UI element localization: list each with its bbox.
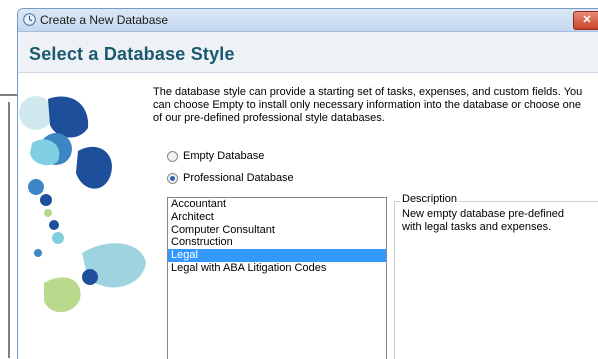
list-item[interactable]: Construction	[168, 236, 386, 249]
header-band: Select a Database Style	[18, 32, 598, 73]
intro-description: The database style can provide a startin…	[153, 86, 583, 124]
list-item[interactable]: Architect	[168, 211, 386, 224]
decorative-leaf-art	[19, 96, 146, 313]
professional-database-radio[interactable]	[167, 173, 178, 184]
description-text: New empty database pre-defined with lega…	[402, 208, 565, 233]
database-style-list[interactable]: Accountant Architect Computer Consultant…	[167, 197, 387, 359]
list-item[interactable]: Accountant	[168, 198, 386, 211]
description-legend: Description	[400, 193, 460, 205]
page-title: Select a Database Style	[29, 44, 235, 64]
create-database-dialog: Create a New Database ✕ Select a Databas…	[17, 8, 598, 359]
clock-icon	[23, 13, 36, 26]
empty-database-label: Empty Database	[183, 150, 265, 162]
close-button[interactable]: ✕	[573, 11, 598, 30]
list-item[interactable]: Computer Consultant	[168, 224, 386, 237]
list-item[interactable]: Legal with ABA Litigation Codes	[168, 262, 386, 275]
list-item-selected[interactable]: Legal	[168, 249, 386, 262]
empty-database-radio[interactable]	[167, 151, 178, 162]
professional-database-label: Professional Database	[183, 172, 294, 184]
window-title: Create a New Database	[40, 13, 169, 27]
close-icon: ✕	[582, 14, 592, 26]
title-bar[interactable]: Create a New Database ✕	[18, 9, 598, 32]
radio-selected-dot	[170, 176, 175, 181]
